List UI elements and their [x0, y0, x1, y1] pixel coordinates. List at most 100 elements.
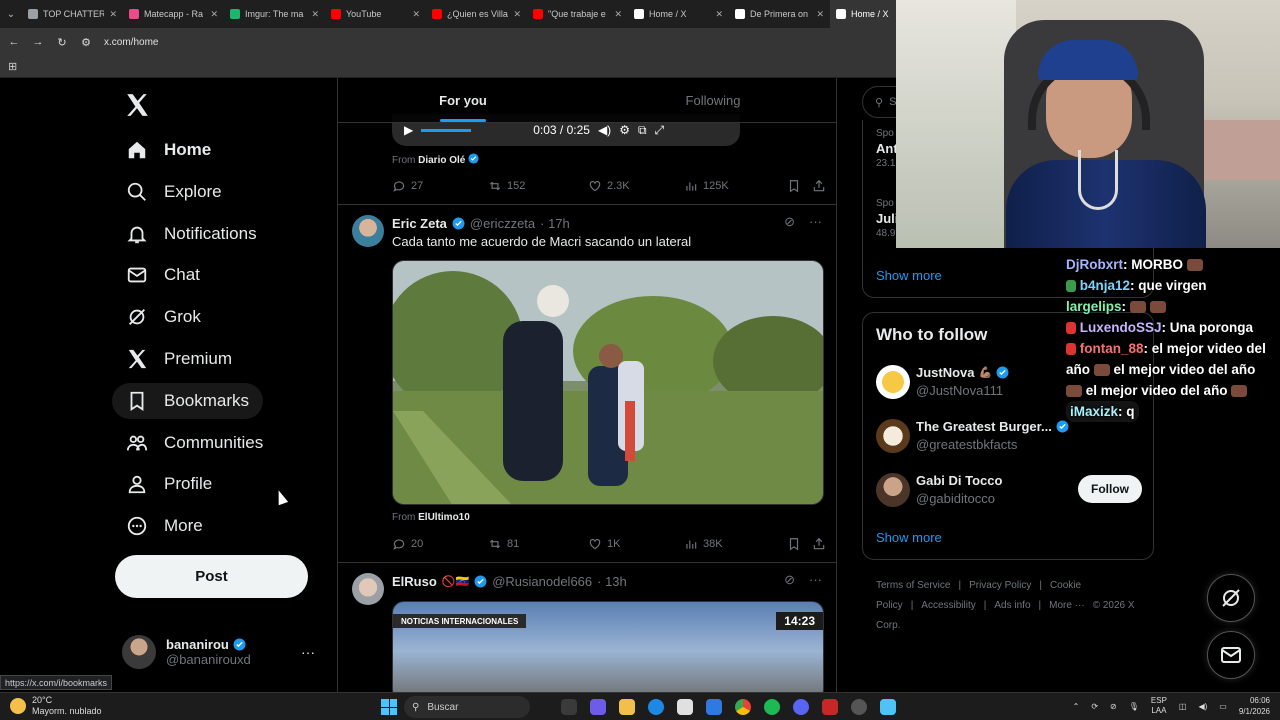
- volume-icon[interactable]: ◀): [598, 123, 611, 137]
- grok-icon[interactable]: ⊘: [784, 572, 795, 588]
- nav-item-premium[interactable]: Premium: [112, 341, 246, 377]
- post-video[interactable]: [392, 260, 824, 505]
- tab-for-you[interactable]: For you: [338, 78, 588, 122]
- close-icon[interactable]: ✕: [412, 9, 420, 20]
- trend-item[interactable]: Spo Ant 23.1: [876, 128, 898, 169]
- notepad-icon[interactable]: [880, 699, 896, 715]
- url-field[interactable]: x.com/home: [104, 37, 158, 48]
- footer-link[interactable]: Privacy Policy: [969, 580, 1031, 591]
- bookmark-action[interactable]: [787, 537, 801, 551]
- views-action[interactable]: 125K: [684, 179, 729, 193]
- tray-chevron-icon[interactable]: ⌃: [1073, 702, 1080, 711]
- close-icon[interactable]: ✕: [614, 9, 622, 20]
- close-icon[interactable]: ✕: [210, 9, 218, 20]
- nav-item-home[interactable]: Home: [112, 132, 225, 168]
- browser-tab[interactable]: Imgur: The ma ✕: [224, 0, 325, 28]
- footer-link[interactable]: Terms of Service: [876, 580, 950, 591]
- close-icon[interactable]: ✕: [109, 9, 117, 20]
- obs-icon[interactable]: [851, 699, 867, 715]
- browser-tab[interactable]: ¿Quien es Villa ✕: [426, 0, 527, 28]
- footer-link[interactable]: More ···: [1049, 600, 1085, 611]
- start-button[interactable]: [381, 699, 397, 715]
- post-button[interactable]: Post: [115, 555, 308, 598]
- reposts-action[interactable]: 152: [488, 179, 525, 193]
- pip-icon[interactable]: ⧉: [638, 123, 647, 138]
- app-icon[interactable]: [822, 699, 838, 715]
- close-icon[interactable]: ✕: [311, 9, 319, 20]
- nav-item-grok[interactable]: Grok: [112, 299, 215, 335]
- likes-action[interactable]: 2.3K: [588, 179, 630, 193]
- close-icon[interactable]: ✕: [513, 9, 521, 20]
- wifi-icon[interactable]: ◫: [1179, 702, 1187, 711]
- file-explorer-icon[interactable]: [619, 699, 635, 715]
- play-icon[interactable]: ▶: [404, 123, 413, 137]
- grok-icon[interactable]: ⊘: [784, 214, 795, 230]
- author-handle[interactable]: @Rusianodel666: [492, 574, 592, 589]
- views-action[interactable]: 38K: [684, 537, 723, 551]
- post-time[interactable]: · 13h: [597, 574, 627, 589]
- author-name[interactable]: Eric Zeta: [392, 216, 447, 231]
- avatar[interactable]: [352, 573, 384, 605]
- battery-icon[interactable]: ▭: [1219, 702, 1227, 711]
- tab-following[interactable]: Following: [588, 78, 836, 122]
- site-info-icon[interactable]: ⚙: [80, 36, 92, 49]
- close-icon[interactable]: ✕: [715, 9, 723, 20]
- post-video[interactable]: NOTICIAS INTERNACIONALES 14:23: [392, 601, 824, 692]
- forward-icon[interactable]: →: [32, 36, 44, 48]
- reposts-action[interactable]: 81: [488, 537, 519, 551]
- more-dots-icon[interactable]: ···: [301, 644, 315, 660]
- language-indicator[interactable]: ESP LAA: [1151, 696, 1167, 716]
- nav-item-chat[interactable]: Chat: [112, 257, 214, 293]
- nav-item-more[interactable]: More: [112, 508, 217, 544]
- fullscreen-icon[interactable]: ⤢: [655, 123, 665, 138]
- messages-fab-button[interactable]: [1207, 631, 1255, 679]
- footer-link[interactable]: Ads info: [994, 600, 1030, 611]
- source-link[interactable]: Diario Olé: [418, 155, 465, 166]
- back-icon[interactable]: ←: [8, 36, 20, 48]
- nav-item-profile[interactable]: Profile: [112, 466, 226, 502]
- spotify-icon[interactable]: [764, 699, 780, 715]
- more-dots-icon[interactable]: ···: [809, 572, 822, 588]
- post-time[interactable]: · 17h: [540, 216, 570, 231]
- browser-tab[interactable]: De Primera on ✕: [729, 0, 830, 28]
- grok-fab-button[interactable]: [1207, 574, 1255, 622]
- store-icon[interactable]: [677, 699, 693, 715]
- reload-icon[interactable]: ↻: [56, 36, 68, 49]
- settings-icon[interactable]: ⚙: [619, 123, 630, 137]
- follow-suggestion[interactable]: Gabi Di Tocco @gabiditocco Follow: [876, 471, 1142, 511]
- author-name[interactable]: ElRuso: [392, 574, 437, 589]
- x-logo-icon[interactable]: [124, 92, 150, 118]
- mail-app-icon[interactable]: [706, 699, 722, 715]
- show-more-link[interactable]: Show more: [876, 268, 942, 283]
- browser-tab[interactable]: TOP CHATTERS ✕: [22, 0, 123, 28]
- nav-item-bookmarks[interactable]: Bookmarks: [112, 382, 264, 419]
- edge-icon[interactable]: [648, 699, 664, 715]
- replies-action[interactable]: 27: [392, 179, 423, 193]
- weather-widget[interactable]: 20°C Mayorm. nublado: [10, 695, 102, 717]
- mic-icon[interactable]: 🎙: [1129, 702, 1139, 711]
- source-link[interactable]: ElUltimo10: [418, 512, 470, 523]
- footer-link[interactable]: Accessibility: [921, 600, 975, 611]
- show-more-link[interactable]: Show more: [876, 530, 942, 545]
- share-action[interactable]: [812, 179, 826, 193]
- apps-grid-icon[interactable]: ⊞: [8, 60, 17, 73]
- mute-icon[interactable]: ⊘: [1110, 702, 1117, 711]
- likes-action[interactable]: 1K: [588, 537, 620, 551]
- volume-icon[interactable]: ◀): [1198, 702, 1207, 711]
- more-dots-icon[interactable]: ···: [809, 214, 822, 230]
- follow-suggestion[interactable]: The Greatest Burger... @greatestbkfacts: [876, 417, 1142, 457]
- browser-tab[interactable]: YouTube ✕: [325, 0, 426, 28]
- browser-tab[interactable]: Home / X ✕: [628, 0, 729, 28]
- network-icon[interactable]: ⟳: [1091, 702, 1098, 711]
- taskbar-search[interactable]: ⚲ Buscar: [404, 696, 530, 718]
- tab-search-icon[interactable]: ⌄: [0, 0, 22, 28]
- nav-item-communities[interactable]: Communities: [112, 425, 277, 461]
- browser-tab[interactable]: "Que trabaje e ✕: [527, 0, 628, 28]
- video-progress[interactable]: [421, 128, 472, 132]
- discord-icon[interactable]: [793, 699, 809, 715]
- copilot-icon[interactable]: [590, 699, 606, 715]
- account-switcher[interactable]: bananirou @bananirouxd ···: [122, 632, 327, 672]
- avatar[interactable]: [352, 215, 384, 247]
- follow-button[interactable]: Follow: [1078, 475, 1142, 503]
- task-view-icon[interactable]: [561, 699, 577, 715]
